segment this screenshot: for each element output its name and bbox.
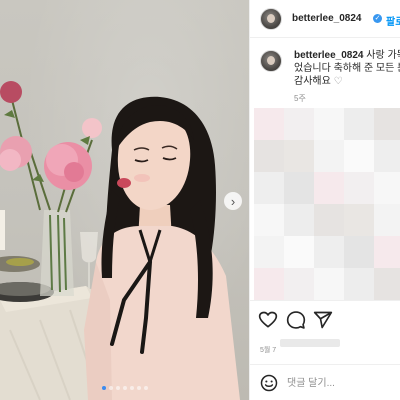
blur-pixel <box>254 204 284 236</box>
blur-pixel <box>284 236 314 268</box>
header-username[interactable]: betterlee_0824 <box>292 13 362 24</box>
carousel-dot <box>108 386 113 390</box>
blur-pixel <box>284 140 314 172</box>
action-bar <box>250 300 400 338</box>
verified-badge-icon: ✓ <box>373 14 382 23</box>
blur-pixel <box>254 140 284 172</box>
caption-line-3: 감사해요 ♡ <box>294 75 400 88</box>
blur-pixel <box>344 108 374 140</box>
caption-username[interactable]: betterlee_0824 <box>294 50 364 61</box>
caption-text-2: 었습니다 축하해 준 모든 분 <box>294 63 400 74</box>
blur-pixel <box>344 172 374 204</box>
post-date: 5월 7 <box>260 347 277 354</box>
blur-pixel <box>254 172 284 204</box>
blur-pixel <box>374 108 400 140</box>
post-photo[interactable]: › <box>0 0 249 400</box>
blur-pixel <box>254 108 284 140</box>
carousel-dot <box>122 386 127 390</box>
follow-button[interactable]: 팔로우 <box>386 13 400 28</box>
blur-pixel <box>284 172 314 204</box>
blur-pixel <box>374 236 400 268</box>
blur-pixel <box>374 140 400 172</box>
blur-pixel <box>314 268 344 300</box>
photo-scene <box>0 81 240 400</box>
post-header: betterlee_0824 ✓ 팔로우 <box>250 0 400 38</box>
caption-avatar[interactable] <box>260 50 282 72</box>
carousel-dot <box>143 386 148 390</box>
caption-line-1: betterlee_0824 사랑 가득 <box>294 49 400 62</box>
caption-text-1: 사랑 가득 <box>366 50 400 61</box>
blur-pixel <box>374 204 400 236</box>
blur-pixel <box>314 108 344 140</box>
blur-pixel <box>314 140 344 172</box>
heart-emoji-icon: ♡ <box>333 76 343 87</box>
comment-input[interactable] <box>287 375 397 391</box>
blur-pixel <box>284 268 314 300</box>
blur-pixel <box>314 204 344 236</box>
blur-pixel <box>344 268 374 300</box>
caption-text-3: 감사해요 <box>294 76 331 87</box>
carousel-dot <box>115 386 120 390</box>
caption: betterlee_0824 사랑 가득 었습니다 축하해 준 모든 분 감사해… <box>294 49 400 88</box>
blur-pixel <box>314 172 344 204</box>
blur-pixel <box>344 140 374 172</box>
blur-pixel <box>254 236 284 268</box>
blur-pixel <box>344 204 374 236</box>
blur-pixel <box>314 236 344 268</box>
blur-pixel <box>374 172 400 204</box>
caption-timestamp[interactable]: 5주 <box>294 93 306 104</box>
carousel-dot <box>136 386 141 390</box>
blurred-like-count <box>280 339 340 347</box>
comment-bar <box>250 364 400 400</box>
blur-pixel <box>344 236 374 268</box>
comment-bubble-icon[interactable] <box>286 310 306 330</box>
avatar-face <box>267 14 275 23</box>
paper-plane-icon[interactable] <box>313 310 333 330</box>
post-side-panel: betterlee_0824 ✓ 팔로우 betterlee_0824 사랑 가… <box>249 0 400 400</box>
avatar[interactable] <box>260 8 282 30</box>
carousel-dot <box>129 386 134 390</box>
smile-emoji-icon[interactable] <box>260 374 278 392</box>
blur-pixel <box>284 204 314 236</box>
avatar-face <box>267 56 275 65</box>
chevron-right-icon: › <box>230 193 236 209</box>
blur-pixel <box>374 268 400 300</box>
blur-pixel <box>284 108 314 140</box>
blur-pixel <box>254 268 284 300</box>
heart-outline-icon[interactable] <box>258 310 278 330</box>
carousel-dot <box>101 386 106 390</box>
blurred-comments <box>254 108 400 300</box>
carousel-next-button[interactable]: › <box>224 192 242 210</box>
carousel-indicator <box>0 386 249 392</box>
